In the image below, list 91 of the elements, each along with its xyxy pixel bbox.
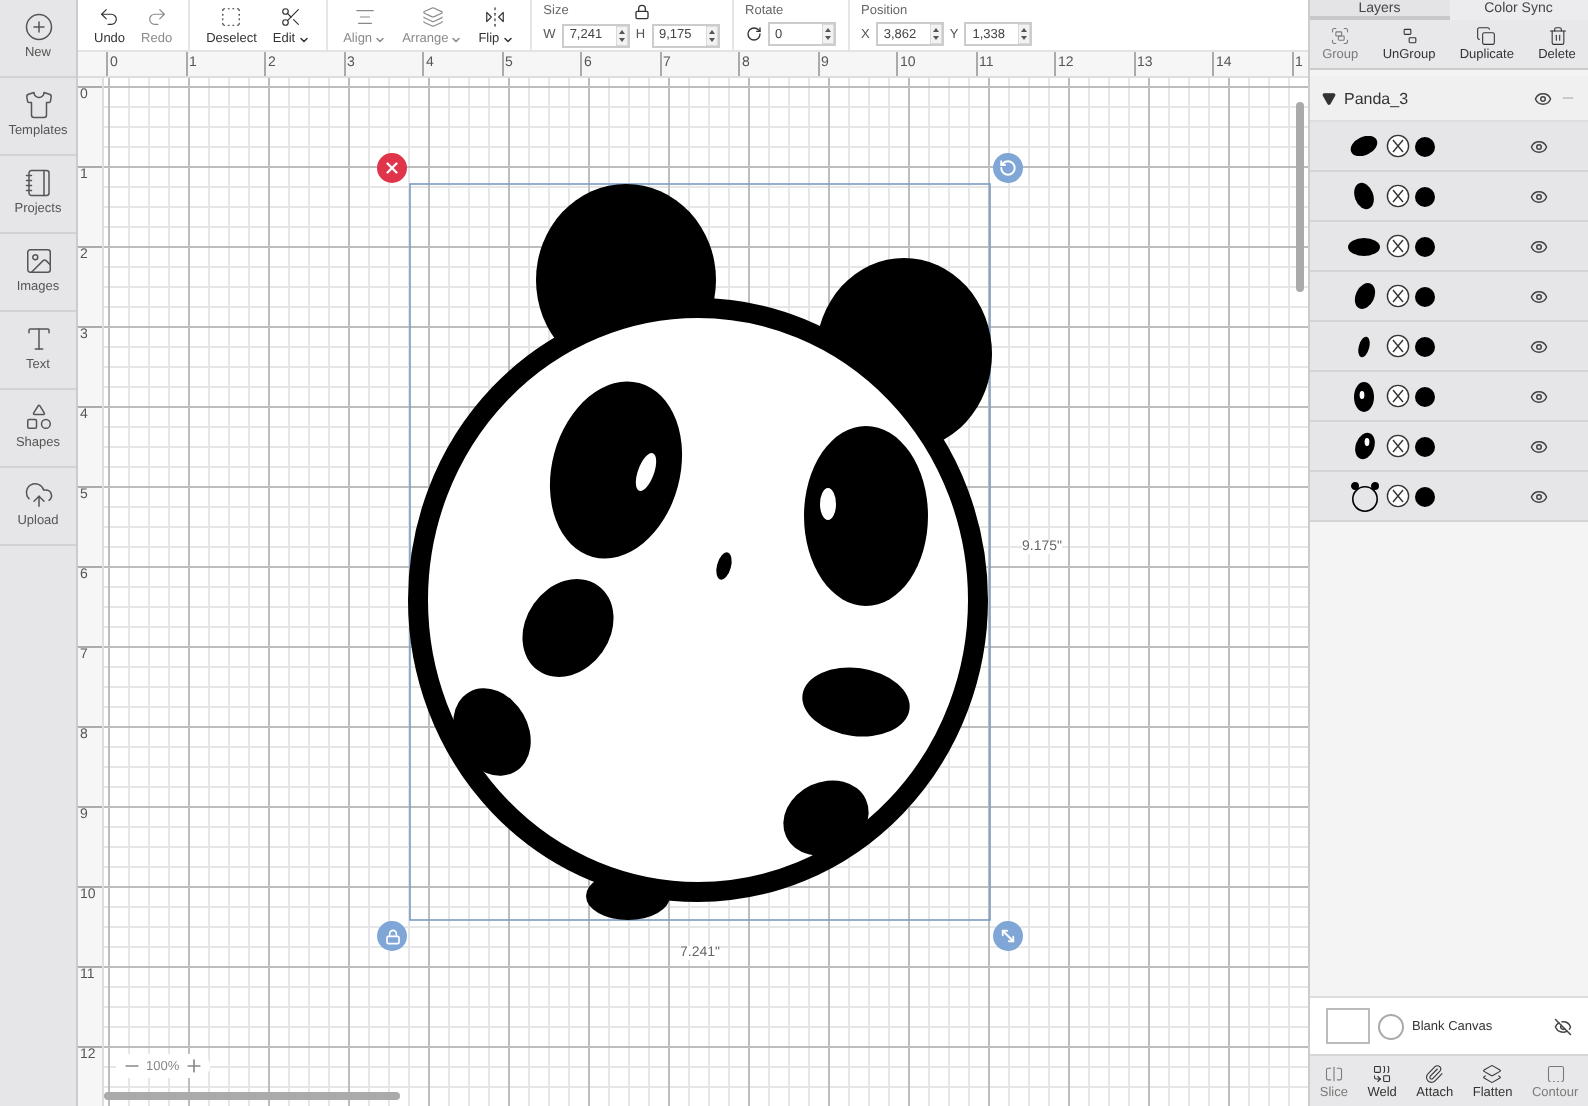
canvas-swatch[interactable] xyxy=(1326,1008,1370,1044)
trash-icon xyxy=(1547,26,1567,46)
color-swatch-icon[interactable] xyxy=(1414,235,1436,257)
layer-row[interactable] xyxy=(1310,372,1588,422)
layer-row[interactable] xyxy=(1310,472,1588,522)
shapes-icon xyxy=(23,402,53,432)
shirt-icon xyxy=(23,90,53,120)
layer-row[interactable] xyxy=(1310,422,1588,472)
close-icon xyxy=(383,159,401,177)
scrollbar[interactable] xyxy=(1296,102,1304,292)
eye-icon[interactable] xyxy=(1530,387,1548,405)
plus-circle-icon xyxy=(23,12,53,42)
color-swatch-icon[interactable] xyxy=(1414,285,1436,307)
layers-icon xyxy=(1482,1064,1503,1084)
cut-operation-icon[interactable] xyxy=(1386,334,1410,358)
lock-handle[interactable] xyxy=(377,921,407,951)
layer-thumbnail-icon xyxy=(1358,335,1370,357)
eye-icon[interactable] xyxy=(1530,237,1548,255)
color-ring-icon[interactable] xyxy=(1378,1013,1404,1039)
copy-icon xyxy=(1476,26,1497,46)
spinner-arrows-icon[interactable] xyxy=(821,24,834,44)
eye-off-icon[interactable] xyxy=(1554,1017,1572,1035)
caret-icon xyxy=(450,33,463,45)
cut-operation-icon[interactable] xyxy=(1386,434,1410,458)
delete-handle[interactable] xyxy=(377,153,407,183)
split-square-icon xyxy=(1323,1064,1344,1084)
layer-row[interactable] xyxy=(1310,122,1588,172)
layer-thumbnail-icon xyxy=(1353,282,1375,310)
caret-icon xyxy=(501,33,514,45)
color-swatch-icon[interactable] xyxy=(1414,335,1436,357)
notebook-icon xyxy=(23,168,53,198)
layer-row[interactable] xyxy=(1310,322,1588,372)
cut-operation-icon[interactable] xyxy=(1386,134,1410,158)
color-swatch-icon[interactable] xyxy=(1414,485,1436,507)
caret-icon xyxy=(297,33,310,45)
flip-icon xyxy=(484,6,507,28)
layers-icon xyxy=(421,6,444,28)
layer-thumbnail-icon xyxy=(1353,432,1375,460)
eye-icon[interactable] xyxy=(1530,337,1548,355)
color-swatch-icon[interactable] xyxy=(1414,385,1436,407)
layer-thumbnail-icon xyxy=(1350,136,1378,156)
scissors-icon xyxy=(279,6,302,28)
combine-icon xyxy=(1372,1064,1393,1084)
rotate-handle[interactable] xyxy=(993,153,1023,183)
panda-drawing[interactable] xyxy=(408,184,992,920)
layer-row[interactable] xyxy=(1310,272,1588,322)
layer-thumbnail-icon xyxy=(1348,237,1380,255)
eye-icon[interactable] xyxy=(1530,187,1548,205)
layer-thumbnail-icon xyxy=(1354,182,1374,210)
cloud-upload-icon xyxy=(23,480,53,510)
eye-icon[interactable] xyxy=(1534,89,1552,107)
spinner-arrows-icon[interactable] xyxy=(615,25,628,45)
dashed-square-icon xyxy=(1545,1064,1566,1084)
lock-icon[interactable] xyxy=(634,3,651,19)
eye-icon[interactable] xyxy=(1530,287,1548,305)
color-swatch-icon[interactable] xyxy=(1414,435,1436,457)
cut-operation-icon[interactable] xyxy=(1386,184,1410,208)
redo-icon xyxy=(145,6,168,28)
scrollbar[interactable] xyxy=(104,1092,400,1100)
spinner-arrows-icon[interactable] xyxy=(1018,24,1031,44)
layer-thumbnail-icon xyxy=(1349,481,1379,511)
rotate-icon xyxy=(745,26,762,42)
cut-operation-icon[interactable] xyxy=(1386,484,1410,508)
layer-row[interactable] xyxy=(1310,172,1588,222)
paperclip-icon xyxy=(1424,1064,1445,1084)
rotate-arrow-icon xyxy=(999,159,1017,177)
cut-operation-icon[interactable] xyxy=(1386,284,1410,308)
expand-caret-icon[interactable] xyxy=(1322,91,1336,105)
diagonal-arrow-icon xyxy=(999,927,1017,945)
layer-thumbnail-icon xyxy=(1354,381,1374,411)
spinner-arrows-icon[interactable] xyxy=(705,25,718,45)
align-icon xyxy=(353,6,376,28)
image-icon xyxy=(23,246,53,276)
cut-operation-icon[interactable] xyxy=(1386,384,1410,408)
layer-row[interactable] xyxy=(1310,222,1588,272)
letter-t-icon xyxy=(23,324,53,354)
eye-icon[interactable] xyxy=(1530,487,1548,505)
cut-operation-icon[interactable] xyxy=(1386,234,1410,258)
group-icon xyxy=(1330,26,1351,46)
color-swatch-icon[interactable] xyxy=(1414,135,1436,157)
eye-icon[interactable] xyxy=(1530,437,1548,455)
eye-icon[interactable] xyxy=(1530,137,1548,155)
resize-handle[interactable] xyxy=(993,921,1023,951)
caret-icon xyxy=(374,33,387,45)
ungroup-icon xyxy=(1399,26,1419,46)
dashed-square-icon xyxy=(220,6,243,28)
lock-icon xyxy=(384,928,400,944)
group-name: Panda_3 xyxy=(1344,89,1411,107)
spinner-arrows-icon[interactable] xyxy=(929,24,942,44)
undo-icon xyxy=(98,6,121,28)
color-swatch-icon[interactable] xyxy=(1414,185,1436,207)
